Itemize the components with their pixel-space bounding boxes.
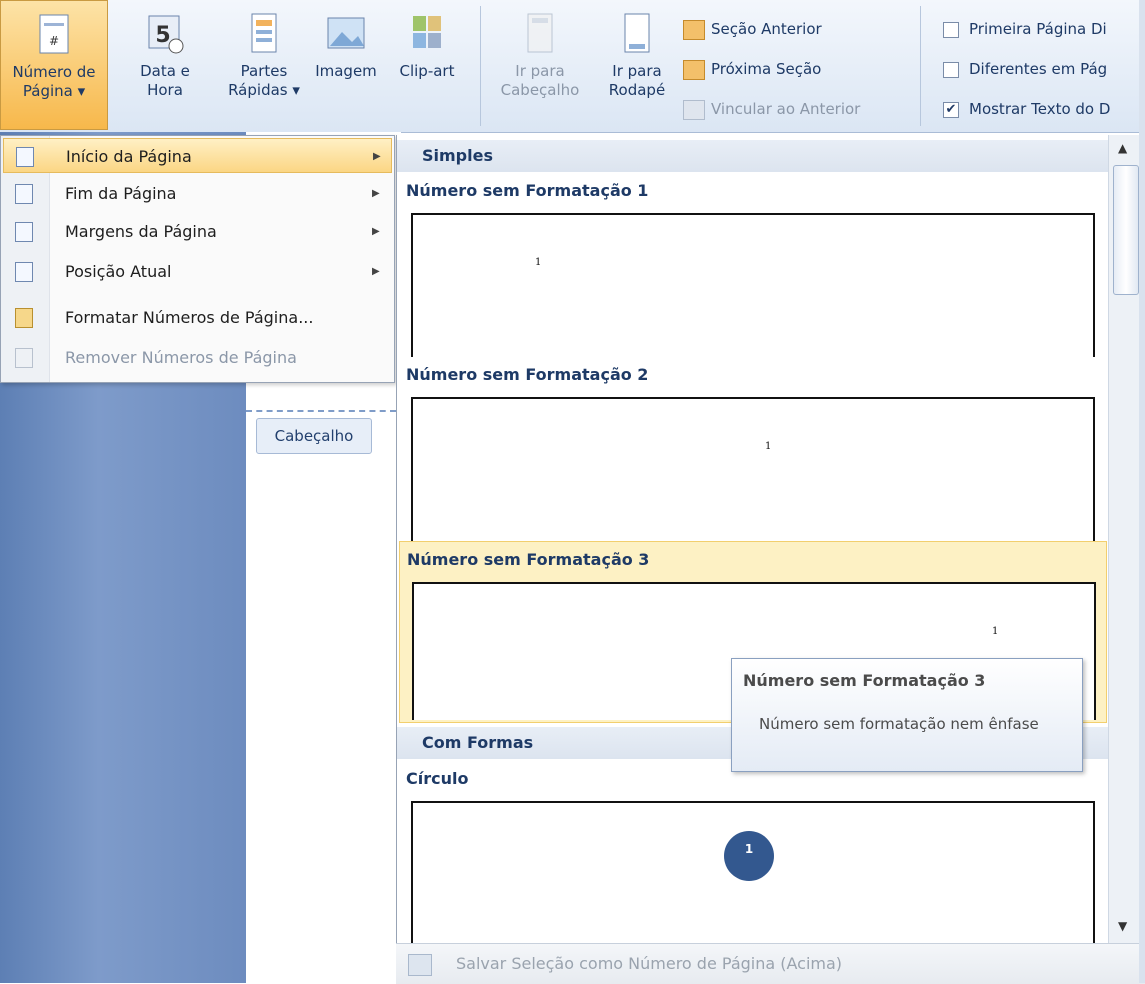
different-first-page-option[interactable]: Primeira Página Di [943,17,1107,41]
footer-icon [624,13,650,53]
svg-text:5: 5 [155,23,170,48]
save-selection-icon [408,954,432,976]
gallery-scrollbar[interactable]: ▲ ▼ [1108,135,1143,943]
menu-item-page-margins[interactable]: Margens da Página ▶ [3,214,392,249]
scroll-up-icon[interactable]: ▲ [1118,141,1127,155]
page-number-icon: # [39,14,69,54]
gallery-preview: 1 [411,801,1095,943]
different-first-page-checkbox[interactable] [943,21,959,38]
previous-section-button[interactable]: Seção Anterior [683,17,822,41]
gallery-preview: 1 [411,397,1095,541]
clipart-button[interactable]: Clip-art [388,0,466,130]
menu-item-bottom-of-page[interactable]: Fim da Página ▶ [3,176,392,211]
ribbon: # Número de Página ▾ 5 Data e Hora Parte… [0,0,1145,133]
submenu-arrow-icon: ▶ [373,151,381,162]
gallery-item-plain-number-2[interactable]: Número sem Formatação 2 1 [399,357,1107,541]
gallery-preview: 1 [411,213,1095,357]
page-number-button[interactable]: # Número de Página ▾ [0,0,108,130]
page-number-menu: Início da Página ▶ Fim da Página ▶ Margens… [0,135,395,383]
submenu-arrow-icon: ▶ [372,226,380,237]
gallery-item-plain-number-1[interactable]: Número sem Formatação 1 1 [399,173,1107,357]
scrollbar-thumb[interactable] [1113,165,1139,295]
go-to-footer-button[interactable]: Ir para Rodapé [598,0,676,130]
menu-item-top-of-page[interactable]: Início da Página ▶ [3,138,392,173]
window-edge [1139,0,1145,983]
ribbon-separator [920,6,921,126]
header-icon [527,13,553,53]
link-icon [683,99,705,120]
show-document-text-option[interactable]: ✔ Mostrar Texto do D [943,97,1110,121]
ribbon-separator [480,6,481,126]
menu-item-current-position[interactable]: Posição Atual ▶ [3,254,392,289]
page-number-gallery: Simples Número sem Formatação 1 1 Número… [396,135,1145,983]
top-of-page-icon [16,147,34,167]
quick-parts-button[interactable]: Partes Rápidas ▾ [222,0,306,130]
submenu-arrow-icon: ▶ [372,188,380,199]
different-odd-even-option[interactable]: Diferentes em Pág [943,57,1107,81]
next-section-button[interactable]: Próxima Seção [683,57,821,81]
header-boundary [246,410,396,412]
calendar-icon: 5 [148,15,184,54]
tooltip: Número sem Formatação 3 Número sem forma… [731,658,1083,772]
clipart-icon [413,16,441,48]
menu-item-remove-page-numbers[interactable]: Remover Números de Página [3,340,392,375]
different-odd-even-checkbox[interactable] [943,61,959,78]
bottom-of-page-icon [15,184,33,204]
link-to-previous-button[interactable]: Vincular ao Anterior [683,97,860,121]
svg-text:#: # [49,34,59,48]
menu-item-format-page-numbers[interactable]: Formatar Números de Página... [3,300,392,335]
gallery-item-circle[interactable]: Círculo 1 [399,761,1107,943]
save-selection-button[interactable]: Salvar Seleção como Número de Página (Ac… [456,954,842,973]
header-tag: Cabeçalho [256,418,372,454]
show-document-text-checkbox[interactable]: ✔ [943,101,959,118]
go-to-header-button[interactable]: Ir para Cabeçalho [490,0,590,130]
current-position-icon [15,262,33,282]
date-time-button[interactable]: 5 Data e Hora [133,0,197,130]
gallery-footer: Salvar Seleção como Número de Página (Ac… [396,943,1145,984]
picture-icon [327,17,365,49]
scroll-down-icon[interactable]: ▼ [1118,919,1127,933]
next-section-icon [683,59,705,80]
page-margins-icon [15,222,33,242]
previous-section-icon [683,19,705,40]
remove-page-numbers-icon [15,348,33,368]
submenu-arrow-icon: ▶ [372,266,380,277]
quick-parts-icon [251,13,277,53]
circle-shape: 1 [724,831,774,881]
format-page-numbers-icon [15,308,33,328]
picture-button[interactable]: Imagem [312,0,380,130]
gallery-section-simple: Simples [397,140,1109,172]
